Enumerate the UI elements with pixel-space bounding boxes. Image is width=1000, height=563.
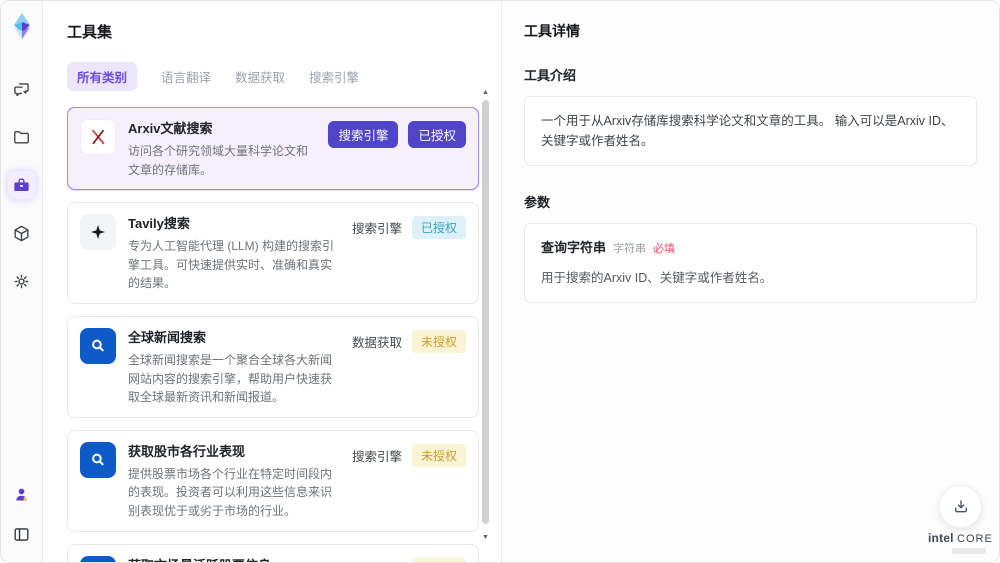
tavily-icon [80, 214, 116, 251]
scroll-down-arrow[interactable]: ▼ [480, 532, 491, 543]
collapse-panel-icon[interactable] [8, 520, 36, 548]
tool-name: Arxiv文献搜索 [128, 121, 213, 136]
tab-all-categories[interactable]: 所有类别 [67, 62, 138, 91]
details-title: 工具详情 [524, 23, 580, 39]
user-avatar-icon[interactable] [8, 480, 36, 508]
tab-language-translation[interactable]: 语言翻译 [161, 62, 211, 91]
tool-card[interactable]: Arxiv文献搜索 访问各个研究领域大量科学论文和文章的存储库。 搜索引擎 已授… [67, 107, 479, 191]
auth-badge[interactable]: 已授权 [411, 216, 466, 240]
param-name: 查询字符串 [541, 240, 607, 255]
tool-name: 获取股市各行业表现 [128, 443, 246, 459]
tool-card[interactable]: 获取市场最活跃股票信息 提供当天交易量最高的股票列表，投资者可以利用这些信息来识… [67, 543, 479, 562]
stock-sector-icon [80, 441, 116, 478]
category-tabs: 所有类别 语言翻译 数据获取 搜索引擎 [67, 62, 501, 91]
category-label: 数据获取 [351, 335, 402, 350]
category-badge[interactable]: 搜索引擎 [328, 121, 399, 148]
core-wordmark: CORE [957, 533, 993, 545]
tool-description: 访问各个研究领域大量科学论文和文章的存储库。 [128, 144, 309, 177]
intel-wordmark: intel [928, 531, 954, 545]
tool-card[interactable]: 获取股市各行业表现 提供股票市场各个行业在特定时间段内的表现。投资者可以利用这些… [67, 429, 479, 532]
brand-subtitle-bar [952, 548, 986, 554]
category-label: 搜索引擎 [351, 449, 402, 464]
auth-badge[interactable]: 未授权 [411, 557, 466, 562]
tool-description: 提供股票市场各个行业在特定时间段内的表现。投资者可以利用这些信息来识别表现优于或… [128, 466, 333, 518]
arxiv-icon [80, 119, 116, 155]
active-stocks-icon [80, 555, 116, 562]
tools-panel: 工具集 所有类别 语言翻译 数据获取 搜索引擎 Arxiv文献搜索 访问各个研究… [43, 1, 501, 562]
tool-list: Arxiv文献搜索 访问各个研究领域大量科学论文和文章的存储库。 搜索引擎 已授… [67, 107, 479, 562]
app-logo-icon[interactable] [7, 11, 37, 41]
auth-badge[interactable]: 未授权 [411, 329, 466, 353]
tool-name: Tavily搜索 [128, 216, 190, 232]
category-label: 搜索引擎 [351, 222, 402, 237]
list-scrollbar[interactable]: ▲ ▼ [480, 87, 491, 543]
tab-data-acquisition[interactable]: 数据获取 [235, 62, 285, 91]
sidebar-nav [7, 75, 36, 295]
params-heading: 参数 [524, 195, 551, 210]
tool-description: 全球新闻搜索是一个聚合全球各大新闻网站内容的搜索引擎，帮助用户快速获取全球最新资… [128, 352, 333, 405]
param-required-badge: 必填 [653, 243, 676, 255]
tool-card[interactable]: 全球新闻搜索 全球新闻搜索是一个聚合全球各大新闻网站内容的搜索引擎，帮助用户快速… [67, 315, 479, 418]
tab-search-engine[interactable]: 搜索引擎 [309, 62, 359, 91]
scrollbar-thumb[interactable] [482, 100, 489, 524]
auth-badge[interactable]: 已授权 [408, 121, 466, 148]
sidebar [1, 1, 43, 562]
category-label: 搜索引擎 [352, 560, 402, 562]
intro-heading: 工具介绍 [524, 68, 577, 83]
tool-name: 全球新闻搜索 [128, 329, 207, 345]
intro-box: 一个用于从Arxiv存储库搜索科学论文和文章的工具。 输入可以是Arxiv ID… [524, 96, 977, 166]
download-button[interactable] [939, 485, 982, 528]
tool-card[interactable]: Tavily搜索 专为人工智能代理 (LLM) 构建的搜索引擎工具。可快速提供实… [67, 202, 479, 304]
tool-description: 专为人工智能代理 (LLM) 构建的搜索引擎工具。可快速提供实时、准确和真实的结… [128, 239, 335, 291]
intel-core-logo: intel CORE [928, 531, 992, 554]
tool-details-panel: 工具详情 工具介绍 一个用于从Arxiv存储库搜索科学论文和文章的工具。 输入可… [501, 1, 999, 562]
param-box: 查询字符串 字符串 必填 用于搜索的Arxiv ID、关键字或作者姓名。 [524, 223, 977, 303]
chat-icon[interactable] [8, 75, 36, 103]
intro-text: 一个用于从Arxiv存储库搜索科学论文和文章的工具。 输入可以是Arxiv ID… [541, 114, 954, 148]
folder-icon[interactable] [8, 123, 36, 151]
toolbox-icon[interactable] [7, 171, 36, 199]
sidebar-bottom [8, 480, 36, 562]
page-title: 工具集 [67, 24, 113, 41]
scroll-up-arrow[interactable]: ▲ [480, 87, 491, 98]
auth-badge[interactable]: 未授权 [411, 443, 466, 467]
param-description: 用于搜索的Arxiv ID、关键字或作者姓名。 [541, 270, 773, 285]
package-icon[interactable] [8, 219, 36, 247]
global-news-search-icon [80, 327, 116, 364]
param-type: 字符串 [613, 243, 647, 255]
settings-gear-icon[interactable] [8, 267, 36, 295]
app-window: 工具集 所有类别 语言翻译 数据获取 搜索引擎 Arxiv文献搜索 访问各个研究… [0, 0, 1000, 563]
tool-name: 获取市场最活跃股票信息 [128, 555, 340, 562]
